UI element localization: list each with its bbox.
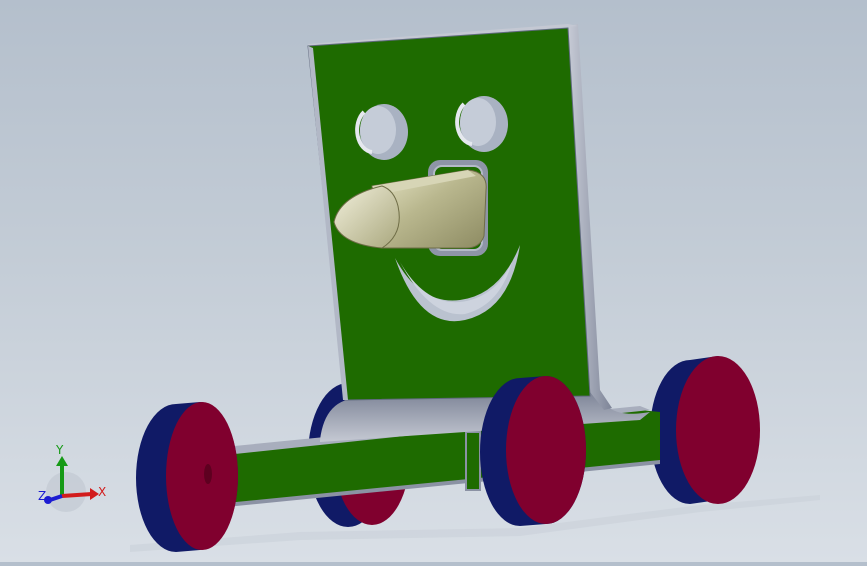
z-axis-label: Z [38, 489, 46, 503]
coordinate-triad: Y X Z [38, 443, 106, 512]
front-right-wheel[interactable] [480, 376, 586, 526]
rear-right-wheel[interactable] [650, 356, 760, 504]
front-left-wheel[interactable] [136, 402, 238, 552]
model-canvas[interactable]: Y X Z [0, 0, 867, 562]
y-axis-label: Y [55, 443, 64, 457]
x-axis-arrow [61, 492, 93, 498]
model-viewport[interactable]: Y X Z [0, 0, 867, 562]
x-axis-label: X [98, 485, 106, 499]
